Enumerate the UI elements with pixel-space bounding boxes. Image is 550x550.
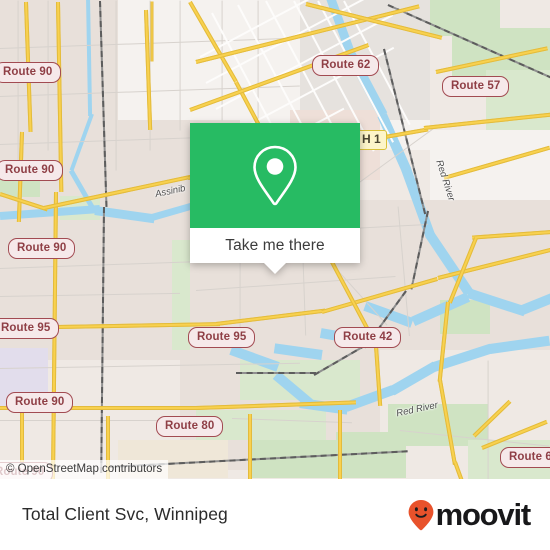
route-shield[interactable]: Route 95 <box>188 327 256 348</box>
route-shield[interactable]: Route 62 <box>500 447 550 468</box>
footer-bar: Total Client Svc, Winnipeg moovit <box>0 479 550 550</box>
route-shield[interactable]: Route 90 <box>6 392 74 413</box>
popup-pin-area <box>190 123 360 228</box>
osm-attribution[interactable]: © OpenStreetMap contributors <box>0 460 169 479</box>
moovit-smiley-pin-icon <box>408 499 433 530</box>
route-shield[interactable]: Route 80 <box>156 416 224 437</box>
popup-action-area[interactable]: Take me there <box>190 228 360 274</box>
route-shield[interactable]: Route 90 <box>0 62 62 83</box>
route-shield[interactable]: Route 42 <box>334 327 402 348</box>
popup-tail <box>264 263 286 274</box>
route-shield[interactable]: Route 57 <box>442 76 510 97</box>
location-popup[interactable]: Take me there <box>190 123 360 274</box>
route-shield[interactable]: Route 90 <box>0 160 64 181</box>
moovit-wordmark: moovit <box>435 497 532 532</box>
map-canvas[interactable]: Assinib Red River Red River Route 90 Rou… <box>0 0 550 479</box>
map-pin-icon <box>253 145 297 205</box>
moovit-map-screenshot: Assinib Red River Red River Route 90 Rou… <box>0 0 550 550</box>
take-me-there-label: Take me there <box>225 236 325 254</box>
highway-shield[interactable]: H 1 <box>356 130 387 150</box>
place-title: Total Client Svc, Winnipeg <box>22 504 228 524</box>
moovit-logo[interactable]: moovit <box>408 497 532 532</box>
route-shield[interactable]: Route 62 <box>312 55 380 76</box>
route-shield[interactable]: Route 90 <box>8 238 76 259</box>
route-shield[interactable]: Route 95 <box>0 318 60 339</box>
